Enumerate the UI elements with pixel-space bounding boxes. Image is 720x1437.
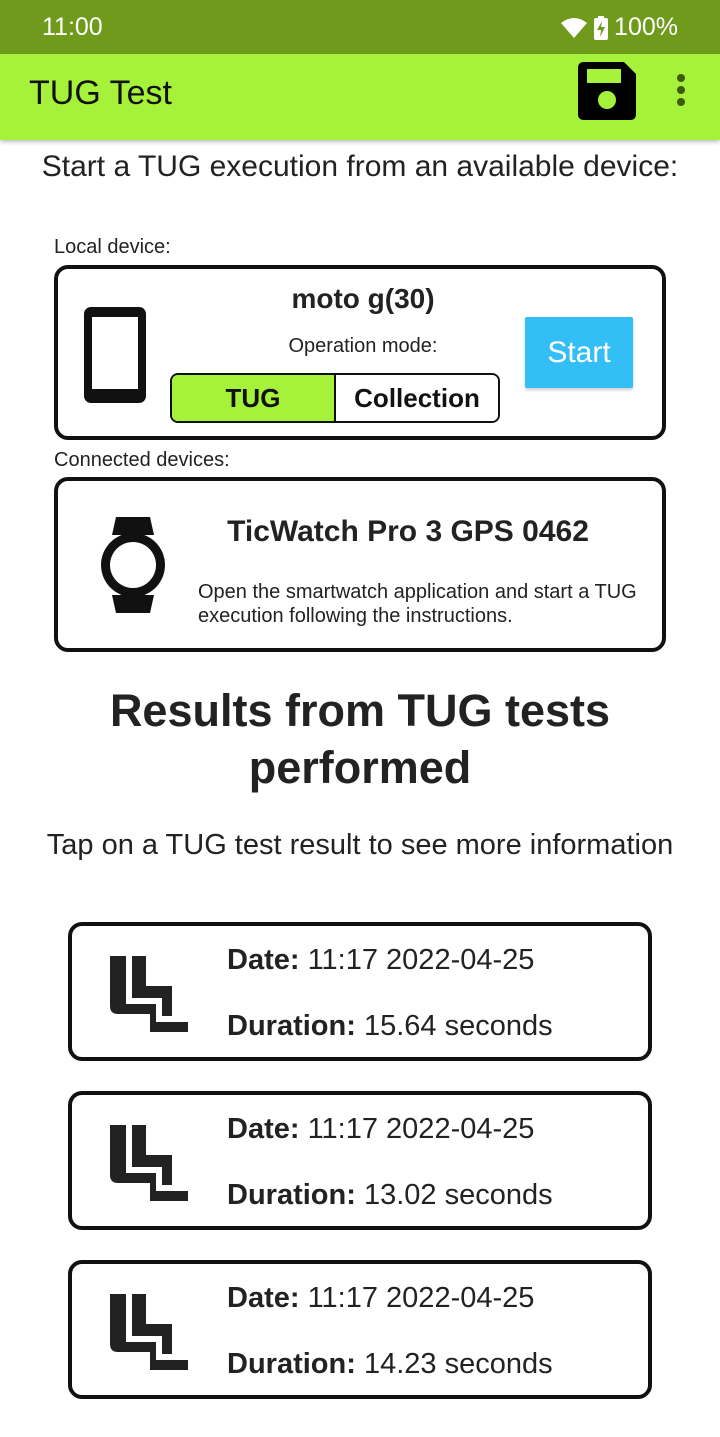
- connected-device-info: Open the smartwatch application and star…: [198, 581, 637, 626]
- mode-collection-button[interactable]: Collection: [336, 375, 498, 421]
- result-date: Date: 11:17 2022-04-25: [227, 1282, 534, 1315]
- connected-devices-label: Connected devices:: [54, 449, 230, 471]
- result-card[interactable]: Date: 11:17 2022-04-25 Duration: 14.23 s…: [68, 1260, 652, 1399]
- chair-icon: [110, 1294, 188, 1370]
- start-button[interactable]: Start: [525, 317, 633, 388]
- chair-icon: [110, 1125, 188, 1201]
- operation-mode-label: Operation mode:: [288, 335, 438, 357]
- result-date: Date: 11:17 2022-04-25: [227, 944, 534, 977]
- local-device-card: moto g(30) Operation mode: TUG Collectio…: [54, 265, 666, 440]
- chair-icon: [110, 956, 188, 1032]
- battery-charging-icon: [594, 15, 609, 40]
- result-duration: Duration: 15.64 seconds: [227, 1010, 553, 1043]
- result-duration: Duration: 13.02 seconds: [227, 1179, 553, 1212]
- results-title: Results from TUG tests performed: [109, 685, 611, 793]
- duration-label: Duration:: [227, 1010, 356, 1042]
- status-time: 11:00: [42, 13, 103, 41]
- local-device-name: moto g(30): [291, 283, 435, 314]
- result-date: Date: 11:17 2022-04-25: [227, 1113, 534, 1146]
- smartwatch-icon: [101, 517, 165, 613]
- duration-label: Duration:: [227, 1348, 356, 1380]
- date-value: 11:17 2022-04-25: [307, 1282, 535, 1314]
- phone-icon: [84, 307, 146, 403]
- date-value: 11:17 2022-04-25: [307, 944, 535, 976]
- save-icon: [578, 62, 636, 120]
- operation-mode-toggle: TUG Collection: [170, 373, 500, 423]
- battery-level: 100%: [614, 13, 678, 41]
- save-button[interactable]: [578, 62, 636, 120]
- app-title: TUG Test: [29, 74, 172, 112]
- date-value: 11:17 2022-04-25: [307, 1113, 535, 1145]
- date-label: Date:: [227, 1113, 300, 1145]
- status-icons: 100%: [560, 13, 678, 42]
- duration-value: 15.64 seconds: [363, 1010, 553, 1042]
- results-subtitle: Tap on a TUG test result to see more inf…: [46, 829, 674, 861]
- mode-tug-button[interactable]: TUG: [172, 375, 336, 421]
- result-card[interactable]: Date: 11:17 2022-04-25 Duration: 13.02 s…: [68, 1091, 652, 1230]
- local-device-label: Local device:: [54, 236, 171, 258]
- date-label: Date:: [227, 944, 300, 976]
- wifi-icon: [560, 17, 588, 39]
- more-options-button[interactable]: [666, 70, 696, 110]
- result-duration: Duration: 14.23 seconds: [227, 1348, 553, 1381]
- intro-text: Start a TUG execution from an available …: [41, 150, 679, 183]
- duration-value: 14.23 seconds: [363, 1348, 553, 1380]
- date-label: Date:: [227, 1282, 300, 1314]
- status-bar: 11:00 100%: [0, 0, 720, 54]
- duration-value: 13.02 seconds: [363, 1179, 553, 1211]
- more-vert-icon: [677, 74, 685, 106]
- result-card[interactable]: Date: 11:17 2022-04-25 Duration: 15.64 s…: [68, 922, 652, 1061]
- duration-label: Duration:: [227, 1179, 356, 1211]
- connected-device-name: TicWatch Pro 3 GPS 0462: [227, 515, 589, 548]
- connected-device-card[interactable]: TicWatch Pro 3 GPS 0462 Open the smartwa…: [54, 477, 666, 652]
